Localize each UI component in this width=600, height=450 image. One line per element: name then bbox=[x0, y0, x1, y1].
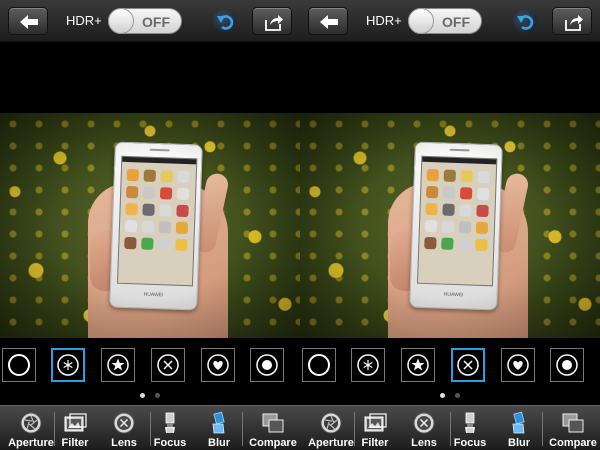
shape-option-star[interactable] bbox=[401, 348, 435, 382]
toolbar-divider bbox=[354, 412, 355, 446]
tool-label: Compare bbox=[549, 437, 597, 449]
tool-label: Focus bbox=[153, 437, 187, 449]
shape-selector bbox=[300, 344, 600, 384]
bottom-toolbar: Aperture Filter Lens Focus Blur Compare bbox=[0, 405, 300, 450]
page-dot[interactable] bbox=[455, 393, 460, 398]
filter-icon bbox=[62, 411, 88, 435]
toggle-knob bbox=[108, 8, 134, 34]
page-dot[interactable] bbox=[440, 393, 445, 398]
page-dot[interactable] bbox=[155, 393, 160, 398]
tool-filter[interactable]: Filter bbox=[58, 406, 92, 450]
shape-option-dot-circle[interactable] bbox=[250, 348, 284, 382]
back-button[interactable] bbox=[308, 7, 348, 35]
page-indicator bbox=[300, 393, 600, 399]
lens-icon bbox=[411, 411, 437, 435]
tool-aperture[interactable]: Aperture bbox=[304, 406, 358, 450]
tool-label: Aperture bbox=[8, 437, 54, 449]
shape-option-circle[interactable] bbox=[2, 348, 36, 382]
photo-vignette bbox=[0, 113, 300, 338]
tool-blur[interactable]: Blur bbox=[502, 406, 536, 450]
left-panel: HDR+ OFF HUAWEI Aperture Filter Lens Focus Blur… bbox=[0, 0, 300, 450]
hdr-label: HDR+ bbox=[66, 13, 102, 28]
back-button[interactable] bbox=[8, 7, 48, 35]
tool-label: Filter bbox=[61, 437, 89, 449]
shape-option-heart[interactable] bbox=[501, 348, 535, 382]
shape-option-x-circle[interactable] bbox=[151, 348, 185, 382]
photo-preview[interactable]: HUAWEI bbox=[0, 113, 300, 338]
shape-option-star[interactable] bbox=[101, 348, 135, 382]
shape-option-asterisk[interactable] bbox=[51, 348, 85, 382]
tool-filter[interactable]: Filter bbox=[358, 406, 392, 450]
tool-compare[interactable]: Compare bbox=[545, 406, 600, 450]
shape-option-dot-circle[interactable] bbox=[550, 348, 584, 382]
tool-lens[interactable]: Lens bbox=[104, 406, 144, 450]
compare-icon bbox=[260, 411, 286, 435]
lens-icon bbox=[111, 411, 137, 435]
compare-icon bbox=[560, 411, 586, 435]
tool-aperture[interactable]: Aperture bbox=[4, 406, 58, 450]
toolbar-divider bbox=[542, 412, 543, 446]
shape-option-circle[interactable] bbox=[302, 348, 336, 382]
shape-option-heart[interactable] bbox=[201, 348, 235, 382]
toolbar-divider bbox=[242, 412, 243, 446]
focus-brush-icon bbox=[157, 411, 183, 435]
aperture-icon bbox=[18, 411, 44, 435]
tool-label: Aperture bbox=[308, 437, 354, 449]
tool-label: Filter bbox=[361, 437, 389, 449]
photo-preview[interactable]: HUAWEI bbox=[300, 113, 600, 338]
hdr-toggle-state: OFF bbox=[142, 14, 170, 30]
tool-label: Focus bbox=[453, 437, 487, 449]
hdr-label: HDR+ bbox=[366, 13, 402, 28]
top-bar: HDR+ OFF bbox=[300, 0, 600, 42]
tool-label: Compare bbox=[249, 437, 297, 449]
right-panel: HDR+ OFF HUAWEI Aperture Filter Lens Focus Blur… bbox=[300, 0, 600, 450]
hdr-toggle[interactable]: OFF bbox=[108, 8, 182, 34]
tool-label: Blur bbox=[508, 437, 530, 449]
bottom-toolbar: Aperture Filter Lens Focus Blur Compare bbox=[300, 405, 600, 450]
tool-lens[interactable]: Lens bbox=[404, 406, 444, 450]
toolbar-divider bbox=[450, 412, 451, 446]
toolbar-divider bbox=[54, 412, 55, 446]
shape-option-asterisk[interactable] bbox=[351, 348, 385, 382]
tool-focus[interactable]: Focus bbox=[150, 406, 190, 450]
page-dot[interactable] bbox=[140, 393, 145, 398]
tool-label: Blur bbox=[208, 437, 230, 449]
blur-brush-icon bbox=[206, 411, 232, 435]
tool-label: Lens bbox=[411, 437, 437, 449]
tool-compare[interactable]: Compare bbox=[245, 406, 300, 450]
shape-selector bbox=[0, 344, 300, 384]
top-bar: HDR+ OFF bbox=[0, 0, 300, 42]
focus-brush-icon bbox=[457, 411, 483, 435]
hdr-toggle[interactable]: OFF bbox=[408, 8, 482, 34]
aperture-icon bbox=[318, 411, 344, 435]
photo-vignette bbox=[300, 113, 600, 338]
tool-label: Lens bbox=[111, 437, 137, 449]
tool-focus[interactable]: Focus bbox=[450, 406, 490, 450]
share-button[interactable] bbox=[252, 7, 292, 35]
undo-button[interactable] bbox=[513, 9, 537, 33]
hdr-toggle-state: OFF bbox=[442, 14, 470, 30]
filter-icon bbox=[362, 411, 388, 435]
blur-brush-icon bbox=[506, 411, 532, 435]
tool-blur[interactable]: Blur bbox=[202, 406, 236, 450]
share-button[interactable] bbox=[552, 7, 592, 35]
page-indicator bbox=[0, 393, 300, 399]
undo-button[interactable] bbox=[213, 9, 237, 33]
toggle-knob bbox=[408, 8, 434, 34]
shape-option-x-circle[interactable] bbox=[451, 348, 485, 382]
toolbar-divider bbox=[150, 412, 151, 446]
